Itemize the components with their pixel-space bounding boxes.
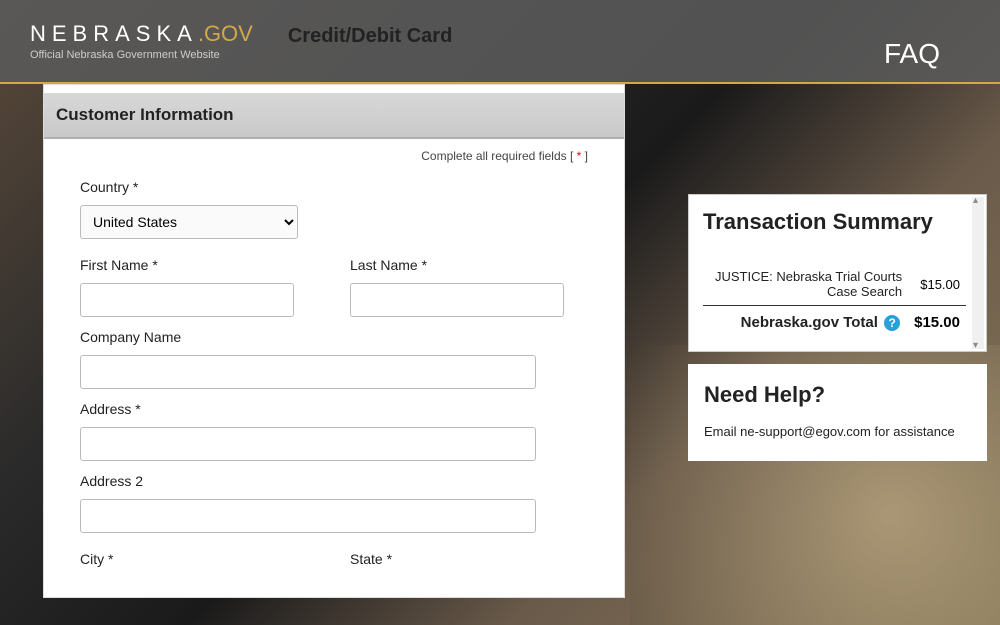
table-row: JUSTICE: Nebraska Trial Courts Case Sear… <box>703 263 966 306</box>
table-row: Nebraska.gov Total ? $15.00 <box>703 306 966 338</box>
site-logo[interactable]: NEBRASKA.GOV Official Nebraska Governmen… <box>30 21 253 61</box>
required-prefix: Complete all required fields [ <box>421 149 576 163</box>
state-label: State * <box>350 551 568 567</box>
summary-table: JUSTICE: Nebraska Trial Courts Case Sear… <box>703 263 966 337</box>
page-title: Credit/Debit Card <box>288 25 452 48</box>
logo-text: NEBRASKA.GOV <box>30 21 253 47</box>
address2-label: Address 2 <box>80 473 536 489</box>
logo-tagline: Official Nebraska Government Website <box>30 49 253 61</box>
site-header: NEBRASKA.GOV Official Nebraska Governmen… <box>0 0 1000 84</box>
address-label: Address * <box>80 401 536 417</box>
summary-total-label: Nebraska.gov Total <box>741 314 878 331</box>
required-fields-note: Complete all required fields [ * ] <box>80 149 588 163</box>
required-suffix: ] <box>581 149 588 163</box>
faq-link[interactable]: FAQ <box>884 38 940 70</box>
country-label: Country * <box>80 179 298 195</box>
summary-item-amount: $15.00 <box>908 263 966 306</box>
address-input[interactable] <box>80 427 536 461</box>
need-help-text: Email ne-support@egov.com for assistance <box>704 424 971 439</box>
address2-input[interactable] <box>80 499 536 533</box>
summary-total-label-cell: Nebraska.gov Total ? <box>703 306 908 338</box>
transaction-summary-box: Transaction Summary JUSTICE: Nebraska Tr… <box>688 194 987 352</box>
last-name-label: Last Name * <box>350 257 568 273</box>
logo-brand: NEBRASKA <box>30 21 198 46</box>
need-help-box: Need Help? Email ne-support@egov.com for… <box>688 364 987 461</box>
first-name-label: First Name * <box>80 257 298 273</box>
last-name-input[interactable] <box>350 283 564 317</box>
form-body: Complete all required fields [ * ] Count… <box>44 139 624 597</box>
company-label: Company Name <box>80 329 536 345</box>
company-input[interactable] <box>80 355 536 389</box>
help-icon[interactable]: ? <box>884 315 900 331</box>
customer-form-panel: Customer Information Complete all requir… <box>43 84 625 598</box>
first-name-input[interactable] <box>80 283 294 317</box>
country-select[interactable]: United States <box>80 205 298 239</box>
city-label: City * <box>80 551 298 567</box>
need-help-title: Need Help? <box>704 382 971 408</box>
summary-scrollbar[interactable] <box>972 197 984 349</box>
summary-total-amount: $15.00 <box>908 306 966 338</box>
transaction-summary-title: Transaction Summary <box>703 209 966 235</box>
sidebar: Transaction Summary JUSTICE: Nebraska Tr… <box>688 194 987 461</box>
logo-gov: .GOV <box>198 21 253 46</box>
section-header-customer-info: Customer Information <box>44 93 624 139</box>
summary-item-desc: JUSTICE: Nebraska Trial Courts Case Sear… <box>703 263 908 306</box>
